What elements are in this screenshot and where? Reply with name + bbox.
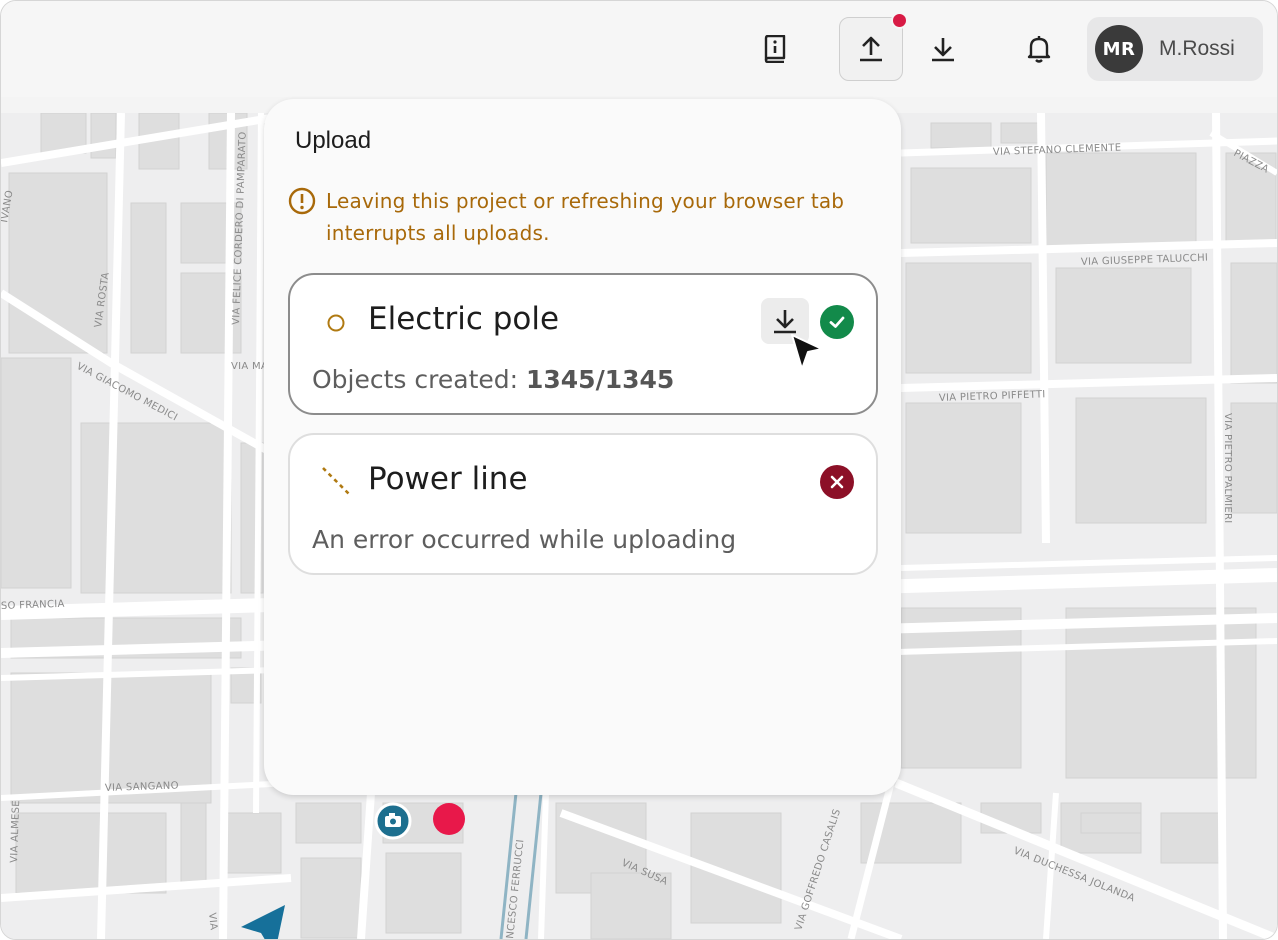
svg-text:VIA MA: VIA MA (231, 361, 268, 372)
avatar: MR (1095, 25, 1143, 73)
warning-text: Leaving this project or refreshing your … (326, 189, 845, 245)
svg-text:VIA ALMESE: VIA ALMESE (9, 800, 22, 863)
upload-panel: Upload Leaving this project or refreshin… (264, 99, 901, 795)
upload-error-message: An error occurred while uploading (312, 525, 737, 554)
dashed-line-icon (322, 467, 350, 495)
upload-icon (860, 36, 882, 62)
upload-notification-dot (891, 12, 908, 29)
user-name: M.Rossi (1159, 37, 1235, 60)
warning-circle-icon (288, 187, 316, 215)
svg-text:VIA GIUSEPPE TALUCCHI: VIA GIUSEPPE TALUCCHI (1081, 253, 1209, 268)
red-point-marker-icon[interactable] (431, 801, 467, 837)
app-window: VIA STEFANO CLEMENTE PIAZZA VIA GIUSEPPE… (0, 0, 1278, 940)
error-x-icon (820, 465, 854, 499)
upload-warning: Leaving this project or refreshing your … (288, 185, 878, 249)
objects-created-text: Objects created: 1345/1345 (312, 365, 674, 394)
panel-title: Upload (295, 127, 372, 154)
location-arrow-icon (241, 905, 285, 939)
project-info-button[interactable] (743, 17, 807, 81)
upload-item-title: Electric pole (368, 301, 560, 337)
user-menu-button[interactable]: MR M.Rossi (1087, 17, 1263, 81)
svg-text:VIA PIETRO PIFFETTI: VIA PIETRO PIFFETTI (939, 389, 1046, 404)
svg-text:VIA PIETRO PALMIERI: VIA PIETRO PALMIERI (1222, 413, 1233, 524)
download-icon (774, 310, 796, 334)
upload-button[interactable] (839, 12, 908, 81)
svg-text:SO FRANCIA: SO FRANCIA (1, 599, 65, 612)
notifications-button[interactable] (1007, 17, 1071, 81)
objects-created-count: 1345/1345 (526, 365, 675, 394)
bell-icon (1027, 36, 1051, 63)
mouse-pointer-icon (791, 334, 823, 370)
info-book-icon (764, 35, 786, 63)
svg-text:VIA: VIA (206, 912, 219, 931)
upload-item-title: Power line (368, 461, 528, 497)
point-icon (327, 314, 345, 332)
objects-created-label: Objects created: (312, 365, 519, 394)
download-button[interactable] (911, 17, 975, 81)
top-toolbar: MR M.Rossi (1, 1, 1277, 97)
upload-item-power-line[interactable]: Power line An error occurred while uploa… (288, 433, 878, 575)
camera-marker-icon[interactable] (374, 802, 412, 840)
download-icon (932, 38, 954, 62)
